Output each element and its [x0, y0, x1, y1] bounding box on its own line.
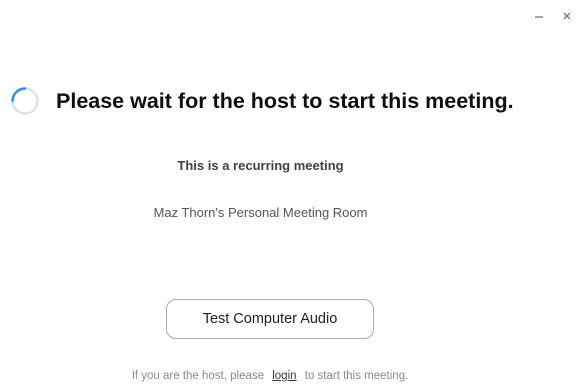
close-icon [563, 12, 571, 20]
page-title: Please wait for the host to start this m… [56, 88, 514, 113]
login-link[interactable]: login [272, 370, 296, 382]
test-computer-audio-button[interactable]: Test Computer Audio [166, 299, 374, 339]
minimize-icon [535, 16, 543, 18]
recurring-meeting-label: This is a recurring meeting [177, 158, 344, 173]
window-controls [531, 8, 575, 24]
waiting-header: Please wait for the host to start this m… [10, 86, 581, 116]
host-login-hint: If you are the host, please login to sta… [0, 370, 540, 382]
loading-spinner-icon [11, 87, 39, 115]
close-button[interactable] [559, 8, 575, 24]
host-hint-suffix: to start this meeting. [304, 370, 409, 382]
minimize-button[interactable] [531, 8, 547, 24]
host-hint-prefix: If you are the host, please [131, 370, 265, 382]
meeting-room-name: Maz Thorn's Personal Meeting Room [153, 205, 368, 220]
